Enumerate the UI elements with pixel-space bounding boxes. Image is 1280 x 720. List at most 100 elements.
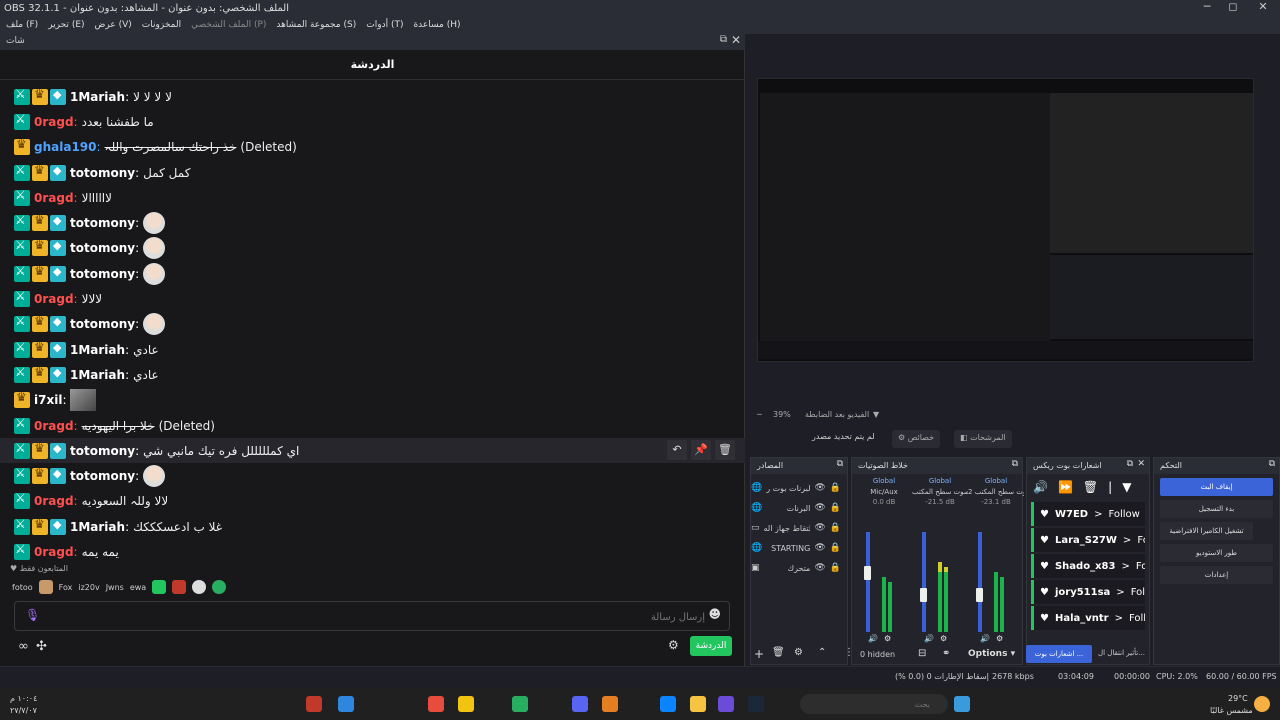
windows-start-icon[interactable] <box>954 696 970 712</box>
source-item[interactable]: ▭ التقاط جهاز اله 👁 🔒 <box>751 518 847 538</box>
zoom-out-icon[interactable]: ─ <box>757 410 762 419</box>
chat-message[interactable]: 0ragd:لالالا <box>0 286 745 311</box>
source-item[interactable]: 🌐 البرنات بوت ر 👁 🔒 <box>751 478 847 498</box>
menu-file[interactable]: ملف (F) <box>6 20 38 30</box>
chat-username[interactable]: 0ragd <box>34 494 74 508</box>
emote-iz20v[interactable]: iz20v <box>78 583 99 592</box>
close-window-button[interactable]: ✕ <box>1250 0 1276 16</box>
menu-scene-collection[interactable]: مجموعة المشاهد (S) <box>276 20 356 30</box>
chat-message[interactable]: totomony: <box>0 210 745 235</box>
chat-settings-icon[interactable]: ⚙ <box>668 638 679 652</box>
chat-username[interactable]: 1Mariah <box>70 520 125 534</box>
chat-message[interactable]: ghala190:خذ راحتك سالمصرت واللہ(Deleted) <box>0 135 745 160</box>
chat-username[interactable]: i7xil <box>34 393 62 407</box>
mixer-float-icon[interactable]: ⧉ <box>1012 459 1018 469</box>
chat-username[interactable]: totomony <box>70 241 135 255</box>
maximize-button[interactable]: ◻ <box>1220 0 1246 16</box>
chat-message[interactable]: totomony: <box>0 312 745 337</box>
menu-profile[interactable]: الملف الشخصي (P) <box>191 20 266 30</box>
chat-username[interactable]: totomony <box>70 444 135 458</box>
chat-send-button[interactable]: الدردشة <box>690 636 732 656</box>
options-button[interactable]: Options ▾ <box>968 649 1015 659</box>
chat-username[interactable]: 1Mariah <box>70 368 125 382</box>
emote-smile-icon[interactable] <box>212 580 227 594</box>
chat-username[interactable]: 0ragd <box>34 545 74 559</box>
app-icon[interactable] <box>458 696 474 712</box>
chat-username[interactable]: 1Mariah <box>70 90 125 104</box>
mute-icon[interactable]: 🔊 <box>868 634 878 643</box>
filters-button[interactable]: ◧ المرشحات <box>954 430 1012 448</box>
float-dock-icon[interactable]: ⧉ <box>720 34 727 45</box>
chat-username[interactable]: ghala190 <box>34 140 97 154</box>
alerts-list[interactable]: ♥ W7ED > Follow ♥ Lara_S27W > Follow ♥ Shado_x83 >… <box>1027 502 1149 630</box>
points-icon[interactable]: ✣ <box>36 639 47 654</box>
fader-knob[interactable] <box>920 587 927 602</box>
alerts-close-icon[interactable]: ✕ <box>1137 459 1145 469</box>
close-dock-icon[interactable]: ✕ <box>731 33 741 47</box>
xbox-icon[interactable] <box>512 696 528 712</box>
visibility-icon[interactable]: 👁 <box>814 523 825 533</box>
add-source-icon[interactable]: + <box>754 647 764 661</box>
chat-username[interactable]: 1Mariah <box>70 343 125 357</box>
alert-item[interactable]: ♥ jory511sa > Follow <box>1031 580 1145 604</box>
chat-message[interactable]: 1Mariah:غلا ب ادعسكككك <box>0 514 745 539</box>
channel-name[interactable]: صوت سطح المكتب <box>912 488 968 496</box>
zoom-level[interactable]: 39% <box>773 410 791 419</box>
channel-settings-icon[interactable]: ⚙ <box>996 634 1003 643</box>
filter-icon[interactable]: ▼ <box>1122 480 1131 494</box>
lock-icon[interactable]: 🔒 <box>830 543 841 553</box>
chat-message[interactable]: 0ragd:لاااااالا <box>0 185 745 210</box>
emote-green-icon[interactable] <box>152 580 167 594</box>
delete-icon[interactable]: 🗑 <box>715 440 735 461</box>
taskbar-time[interactable]: ١٠:٠٤ م <box>10 694 37 703</box>
fader-knob[interactable] <box>976 587 983 602</box>
chat-message[interactable]: i7xil: <box>0 388 745 413</box>
chat-message[interactable]: 1Mariah:عادي <box>0 362 745 387</box>
weather-temp[interactable]: 29°C <box>1228 694 1248 703</box>
sources-list[interactable]: 🌐 البرنات بوت ر 👁 🔒 🌐 البرنات 👁 🔒 ▭ التقاط جهاز ا… <box>751 474 847 578</box>
chat-username[interactable]: totomony <box>70 469 135 483</box>
volume-fader[interactable] <box>978 532 982 632</box>
chat-message[interactable]: totomony: <box>0 463 745 488</box>
source-item[interactable]: ▣ متحرك 👁 🔒 <box>751 558 847 578</box>
edge-icon[interactable] <box>660 696 676 712</box>
active-app-icon[interactable] <box>718 696 734 712</box>
visibility-icon[interactable]: 👁 <box>814 543 825 553</box>
alert-item[interactable]: ♥ Lara_S27W > Follow <box>1031 528 1145 552</box>
alert-item[interactable]: ♥ Shado_x83 > Follow <box>1031 554 1145 578</box>
remove-source-icon[interactable]: 🗑 <box>772 647 785 658</box>
visibility-icon[interactable]: 👁 <box>814 563 825 573</box>
chat-username[interactable]: totomony <box>70 267 135 281</box>
chat-message-list[interactable]: 1Mariah:لا لا لا لا0ragd:ما طفشنا بعددgh… <box>0 84 745 564</box>
chat-message[interactable]: 1Mariah:عادي <box>0 337 745 362</box>
zoom-dropdown-icon[interactable]: ▼ <box>873 410 879 419</box>
menu-docks[interactable]: المخزونات <box>142 20 181 30</box>
properties-button[interactable]: ⚙ خصائص <box>892 430 941 448</box>
emote-face-icon[interactable] <box>38 580 53 594</box>
stop-stream-button[interactable]: إيقاف البث <box>1160 478 1273 496</box>
chat-input[interactable] <box>45 608 705 626</box>
chat-message[interactable]: totomony: <box>0 236 745 261</box>
pin-icon[interactable]: 📌 <box>691 440 711 461</box>
skip-icon[interactable]: ⏩ <box>1058 480 1073 494</box>
chat-username[interactable]: 0ragd <box>34 419 74 433</box>
mic-icon[interactable]: 🎙 <box>25 608 40 622</box>
visibility-icon[interactable]: 👁 <box>814 503 825 513</box>
taskbar-search[interactable] <box>800 694 948 714</box>
source-item[interactable]: 🌐 البرنات 👁 🔒 <box>751 498 847 518</box>
chat-username[interactable]: totomony <box>70 216 135 230</box>
preview-canvas[interactable] <box>757 78 1254 362</box>
chat-username[interactable]: totomony <box>70 166 135 180</box>
emote-ewa[interactable]: ewa <box>130 583 146 592</box>
chat-message[interactable]: totomony:كمل كمل <box>0 160 745 185</box>
alerts-tab[interactable]: اشعارات بوت ... <box>1026 645 1092 663</box>
mixer-link-icon[interactable]: ⚭ <box>942 648 950 659</box>
studio-mode-button[interactable]: طور الاستوديو <box>1160 544 1273 562</box>
more-icon[interactable]: ⋮ <box>844 647 854 658</box>
transition-tab[interactable]: تأثير انتقال ال... <box>1098 649 1145 657</box>
volume-icon[interactable]: 🔊 <box>1033 480 1048 494</box>
mixer-layout-icon[interactable]: ⊟ <box>918 648 926 659</box>
mute-icon[interactable]: 🔊 <box>980 634 990 643</box>
alert-item[interactable]: ♥ Hala_vntr > Follow <box>1031 606 1145 630</box>
start-recording-button[interactable]: بدء التسجيل <box>1160 500 1273 518</box>
